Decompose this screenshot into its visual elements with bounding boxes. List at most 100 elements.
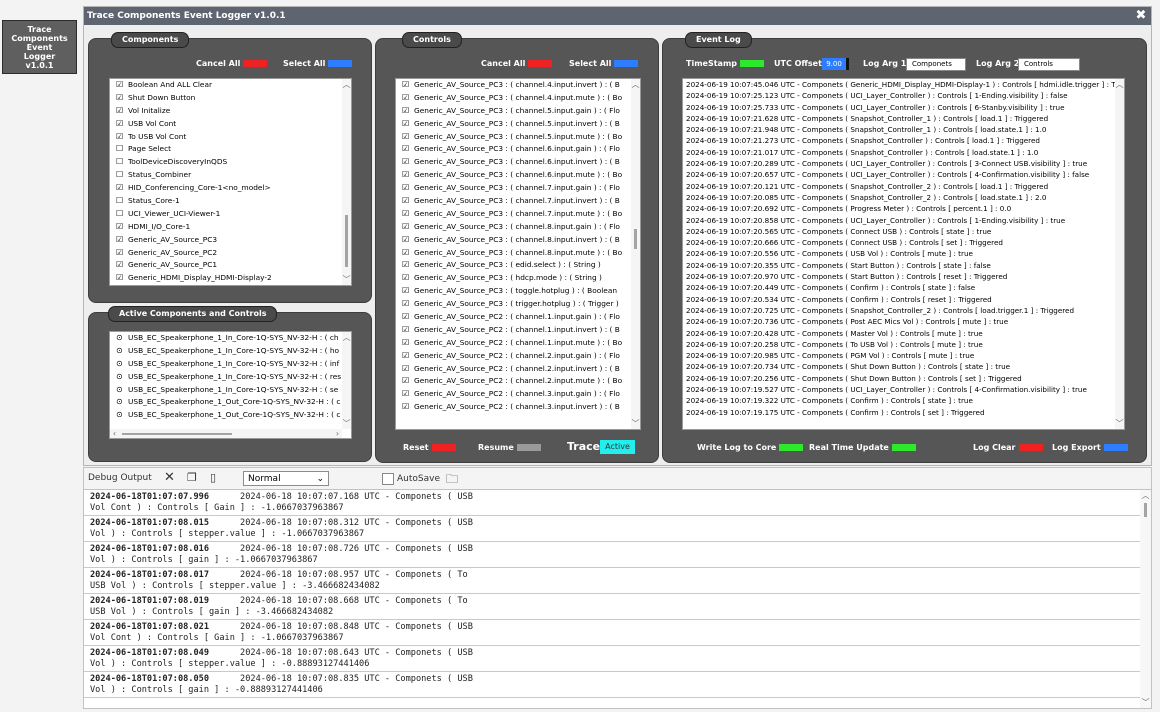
checkbox-icon[interactable]: ☑ xyxy=(116,92,124,105)
list-item[interactable]: 2024-06-19 10:07:19.322 UTC - Componets … xyxy=(683,395,1124,406)
list-item[interactable]: ☑ Generic_AV_Source_PC3 : ( channel.7.inp… xyxy=(396,208,640,221)
list-item[interactable]: 2024-06-19 10:07:20.355 UTC - Componets … xyxy=(683,260,1124,271)
radio-icon[interactable]: ⊙ xyxy=(116,396,124,409)
checkbox-icon[interactable]: ☑ xyxy=(116,234,124,247)
trace-active-toggle[interactable]: Active xyxy=(600,440,635,454)
scroll-thumb[interactable] xyxy=(345,215,348,267)
list-item[interactable]: ☑ Generic_AV_Source_PC3 : ( channel.7.inp… xyxy=(396,182,640,195)
eventlog-list[interactable]: 2024-06-19 10:07:45.046 UTC - Componets … xyxy=(682,78,1125,430)
checkbox-icon[interactable]: ☑ xyxy=(402,195,410,208)
list-item[interactable]: 2024-06-19 10:07:20.725 UTC - Componets … xyxy=(683,305,1124,316)
controls-cancel-all-button[interactable]: Cancel All xyxy=(481,58,553,70)
list-item[interactable]: ⊙ USB_EC_Speakerphone_1_In_Core-1Q-SYS_NV… xyxy=(110,384,351,397)
components-scrollbar[interactable]: ︿ ﹀ xyxy=(342,79,351,285)
list-item[interactable]: ☑ Generic_AV_Source_PC2 : ( channel.2.inp… xyxy=(396,375,640,388)
close-icon[interactable]: ✖ xyxy=(1134,7,1148,25)
clear-icon[interactable]: ✕ xyxy=(164,470,175,485)
list-item[interactable]: ☑ Vol Initalize xyxy=(110,105,351,118)
list-item[interactable]: ☑ Generic_AV_Source_PC3 : ( channel.4.inp… xyxy=(396,79,640,92)
timestamp-toggle[interactable]: TimeStamp xyxy=(686,58,765,70)
list-item[interactable]: 2024-06-19 10:07:20.289 UTC - Componets … xyxy=(683,158,1124,169)
list-item[interactable]: 2024-06-19 10:07:21.948 UTC - Componets … xyxy=(683,124,1124,135)
components-cancel-all-button[interactable]: Cancel All xyxy=(196,58,268,70)
active-hscrollbar[interactable]: ‹ › xyxy=(110,429,342,438)
list-item[interactable]: ☑ Generic_AV_Source_PC3 : ( channel.4.inp… xyxy=(396,92,640,105)
checkbox-icon[interactable]: ☑ xyxy=(402,79,410,92)
checkbox-icon[interactable]: ☑ xyxy=(116,182,124,195)
scroll-thumb[interactable] xyxy=(634,229,637,249)
list-item[interactable]: ☑ Generic_AV_Source_PC3 : ( hdcp.mode ) :… xyxy=(396,272,640,285)
list-item[interactable]: ☑ Generic_AV_Source_PC3 : ( channel.8.inp… xyxy=(396,234,640,247)
checkbox-icon[interactable]: ☑ xyxy=(402,118,410,131)
list-item[interactable]: 2024-06-19 10:07:19.527 UTC - Componets … xyxy=(683,384,1124,395)
controls-scrollbar[interactable]: ︿ ﹀ xyxy=(631,79,640,429)
radio-icon[interactable]: ⊙ xyxy=(116,332,124,345)
list-item[interactable]: 2024-06-19 10:07:20.692 UTC - Componets … xyxy=(683,203,1124,214)
list-item[interactable]: 2024-06-19 10:07:20.734 UTC - Componets … xyxy=(683,361,1124,372)
checkbox-icon[interactable]: ☑ xyxy=(402,337,410,350)
checkbox-icon[interactable]: ☑ xyxy=(402,169,410,182)
list-item[interactable]: ☑ HID_Conferencing_Core-1<no_model> xyxy=(110,182,351,195)
list-item[interactable]: ⊙ USB_EC_Speakerphone_1_In_Core-1Q-SYS_NV… xyxy=(110,371,351,384)
list-item[interactable]: ☑ Generic_AV_Source_PC2 : ( channel.3.inp… xyxy=(396,401,640,414)
list-item[interactable]: ☑ HDMI_I/O_Core-1 xyxy=(110,221,351,234)
list-item[interactable]: 2024-06-19 10:07:20.256 UTC - Componets … xyxy=(683,373,1124,384)
checkbox-icon[interactable]: ☑ xyxy=(402,234,410,247)
list-item[interactable]: 2024-06-19 10:07:25.123 UTC - Componets … xyxy=(683,90,1124,101)
device-icon[interactable]: ▯ xyxy=(210,471,216,484)
log-export-button[interactable]: Log Export xyxy=(1052,442,1128,454)
scroll-left-icon[interactable]: ‹ xyxy=(110,429,119,438)
list-item[interactable]: 2024-06-19 10:07:20.556 UTC - Componets … xyxy=(683,248,1124,259)
scroll-up-icon[interactable]: ︿ xyxy=(342,80,351,89)
list-item[interactable]: ☐ UCI_Viewer_UCI-Viewer-1 xyxy=(110,208,351,221)
checkbox-icon[interactable]: ☑ xyxy=(116,221,124,234)
checkbox-icon[interactable]: ☑ xyxy=(116,105,124,118)
checkbox-icon[interactable]: ☑ xyxy=(402,208,410,221)
checkbox-icon[interactable]: ☑ xyxy=(402,247,410,260)
checkbox-icon[interactable]: ☐ xyxy=(116,156,124,169)
scroll-down-icon[interactable]: ﹀ xyxy=(342,419,351,428)
radio-icon[interactable]: ⊙ xyxy=(116,345,124,358)
radio-icon[interactable]: ⊙ xyxy=(116,409,124,422)
list-item[interactable]: 2024-06-19 10:07:20.565 UTC - Componets … xyxy=(683,226,1124,237)
list-item[interactable]: ⊙ USB_EC_Speakerphone_1_Out_Core-1Q-SYS_N… xyxy=(110,396,351,409)
checkbox-icon[interactable]: ☑ xyxy=(402,143,410,156)
checkbox-icon[interactable]: ☐ xyxy=(116,208,124,221)
list-item[interactable]: 2024-06-19 10:07:20.085 UTC - Componets … xyxy=(683,192,1124,203)
checkbox-icon[interactable]: ☑ xyxy=(402,350,410,363)
list-item[interactable]: ☑ Generic_AV_Source_PC3 : ( channel.6.inp… xyxy=(396,169,640,182)
controls-select-all-button[interactable]: Select All xyxy=(569,58,639,70)
log-arg2-field[interactable]: Controls xyxy=(1018,58,1080,71)
list-item[interactable]: 2024-06-19 10:07:21.273 UTC - Componets … xyxy=(683,135,1124,146)
debug-level-select[interactable]: Normal ⌄ xyxy=(243,471,329,486)
components-list[interactable]: ☑ Boolean And ALL Clear ☑ Shut Down Button ☑… xyxy=(109,78,352,286)
list-item[interactable]: ☑ Generic_AV_Source_PC3 : ( toggle.hotplu… xyxy=(396,285,640,298)
list-item[interactable]: ☑ Generic_AV_Source_PC3 : ( channel.7.inp… xyxy=(396,195,640,208)
list-item[interactable]: ☑ Generic_AV_Source_PC3 : ( trigger.hotpl… xyxy=(396,298,640,311)
checkbox-icon[interactable]: ☐ xyxy=(116,169,124,182)
list-item[interactable]: ⊙ USB_EC_Speakerphone_1_Out_Core-1Q-SYS_N… xyxy=(110,409,351,422)
list-item[interactable]: ☑ Generic_AV_Source_PC2 : ( channel.2.inp… xyxy=(396,363,640,376)
scroll-right-icon[interactable]: › xyxy=(333,429,342,438)
checkbox-icon[interactable]: ☐ xyxy=(116,195,124,208)
list-item[interactable]: ☑ To USB Vol Cont xyxy=(110,131,351,144)
list-item[interactable]: ☐ Page Select xyxy=(110,143,351,156)
copy-icon[interactable]: ❐ xyxy=(187,471,197,484)
list-item[interactable]: ☑ Generic_AV_Source_PC2 : ( channel.1.inp… xyxy=(396,311,640,324)
list-item[interactable]: 2024-06-19 10:07:20.258 UTC - Componets … xyxy=(683,339,1124,350)
list-item[interactable]: ☑ Generic_AV_Source_PC3 : ( channel.8.inp… xyxy=(396,221,640,234)
list-item[interactable]: 2024-06-19 10:07:20.736 UTC - Componets … xyxy=(683,316,1124,327)
log-clear-button[interactable]: Log Clear xyxy=(973,442,1043,454)
log-arg1-field[interactable]: Componets xyxy=(906,58,966,71)
active-list[interactable]: ⊙ USB_EC_Speakerphone_1_In_Core-1Q-SYS_NV… xyxy=(109,331,352,439)
checkbox-icon[interactable]: ☑ xyxy=(402,285,410,298)
list-item[interactable]: ☑ Generic_AV_Source_PC1 xyxy=(110,259,351,272)
realtime-button[interactable]: Real Time Update xyxy=(809,442,916,454)
list-item[interactable]: 2024-06-19 10:07:20.121 UTC - Componets … xyxy=(683,181,1124,192)
checkbox-icon[interactable]: ☑ xyxy=(402,156,410,169)
list-item[interactable]: ☑ Generic_AV_Source_PC3 xyxy=(110,234,351,247)
list-item[interactable]: ☐ ToolDeviceDiscoveryInQDS xyxy=(110,156,351,169)
list-item[interactable]: 2024-06-19 10:07:20.666 UTC - Componets … xyxy=(683,237,1124,248)
list-item[interactable]: ☑ Generic_AV_Source_PC3 : ( channel.6.inp… xyxy=(396,143,640,156)
scroll-up-icon[interactable]: ︿ xyxy=(342,333,351,342)
